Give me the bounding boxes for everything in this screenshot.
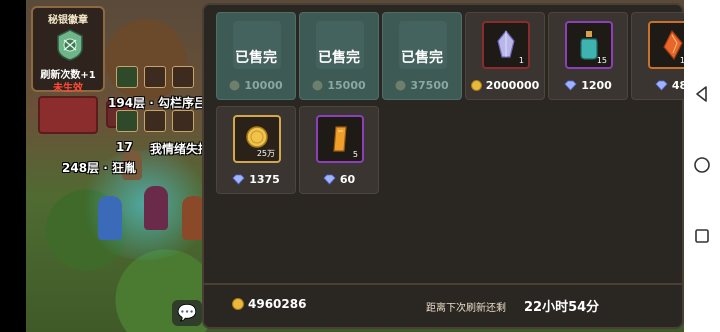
tree-icon[interactable]: [116, 66, 138, 88]
item-slot: 25万: [233, 115, 281, 163]
refresh-countdown-label: 距离下次刷新还剩: [426, 303, 506, 314]
mithril-badge-icon: [57, 29, 83, 61]
sold-out-label: 已售完: [235, 50, 277, 66]
item-slot: 1: [482, 21, 530, 69]
coin-icon: [312, 80, 323, 91]
hero-character[interactable]: [98, 196, 122, 240]
shop-item[interactable]: 10 48: [631, 12, 684, 100]
home-circle-icon[interactable]: [692, 155, 712, 175]
gold-ticket-icon: [333, 126, 347, 152]
item-price: 1200: [549, 79, 627, 92]
system-navigation-bar: [684, 0, 720, 332]
shop-item-sold[interactable]: 已售完 37500: [382, 12, 462, 100]
mithril-badge-panel[interactable]: 秘银徽章 刷新次数+1 未生效: [31, 6, 105, 94]
floor-label[interactable]: 248层 · 狂胤: [62, 159, 136, 176]
crystal-icon: [497, 30, 515, 58]
diamond-icon: [655, 80, 668, 91]
coin-icon: [229, 80, 240, 91]
shop-grid[interactable]: 已售完 10000 已售完 15000 已售完 37500 1 2000000 …: [204, 5, 684, 283]
floor-label[interactable]: 我情绪失控: [150, 140, 210, 157]
building-icon[interactable]: [144, 66, 166, 88]
coin-icon: [232, 298, 244, 310]
badge-title: 秘银徽章: [48, 15, 88, 26]
item-quantity: 1: [518, 56, 524, 65]
item-slot: 15: [565, 21, 613, 69]
item-price: 60: [300, 173, 378, 186]
chat-bubble-icon[interactable]: 💬: [172, 300, 202, 326]
item-slot: 10: [648, 21, 684, 69]
item-price: 15000: [300, 79, 378, 92]
diamond-icon: [564, 80, 577, 91]
shop-footer: 4960286 距离下次刷新还剩 22小时54分: [204, 285, 682, 327]
item-quantity: 5: [352, 150, 358, 159]
coin-balance: 4960286: [232, 297, 306, 311]
shop-item-sold[interactable]: 已售完 15000: [299, 12, 379, 100]
building-icon[interactable]: [144, 110, 166, 132]
coin-icon: [395, 80, 406, 91]
item-price: 37500: [383, 79, 461, 92]
item-price: 48: [632, 79, 684, 92]
shop-panel: 已售完 10000 已售完 15000 已售完 37500 1 2000000 …: [202, 3, 684, 329]
floor-label[interactable]: 194层 · 勾栏序吕: [108, 94, 206, 111]
sold-out-label: 已售完: [318, 50, 360, 66]
building-icon[interactable]: [172, 110, 194, 132]
shop-item[interactable]: 25万 1375: [216, 106, 296, 194]
recent-square-icon[interactable]: [692, 226, 712, 246]
shop-item[interactable]: 15 1200: [548, 12, 628, 100]
item-price: 2000000: [466, 79, 544, 92]
shop-item[interactable]: 1 2000000: [465, 12, 545, 100]
badge-status: 未生效: [53, 83, 83, 94]
back-triangle-icon[interactable]: [692, 84, 712, 104]
shop-item-sold[interactable]: 已售完 10000: [216, 12, 296, 100]
item-quantity: 25万: [256, 149, 275, 158]
hero-character[interactable]: [144, 186, 168, 230]
coin-icon: [470, 80, 482, 91]
shop-item[interactable]: 5 60: [299, 106, 379, 194]
building-icon[interactable]: [172, 66, 194, 88]
item-price: 1375: [217, 173, 295, 186]
diamond-icon: [232, 174, 245, 185]
sold-out-label: 已售完: [401, 50, 443, 66]
item-slot: 5: [316, 115, 364, 163]
left-letterbox: [0, 0, 26, 332]
floor-label[interactable]: 17: [116, 140, 133, 154]
refresh-countdown-time: 22小时54分: [524, 300, 600, 315]
diamond-icon: [323, 174, 336, 185]
item-price: 10000: [217, 79, 295, 92]
tree-icon[interactable]: [116, 110, 138, 132]
item-quantity: 15: [596, 56, 607, 65]
building: [38, 96, 98, 134]
